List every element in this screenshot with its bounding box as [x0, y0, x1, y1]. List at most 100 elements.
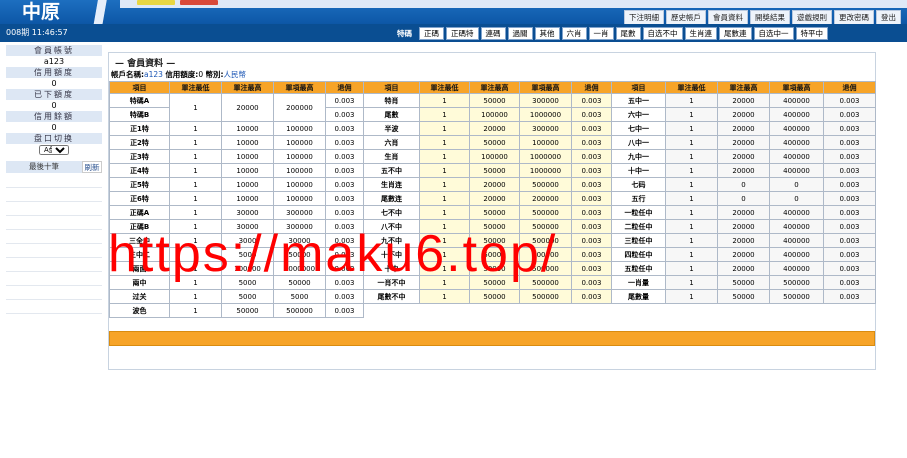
column-header: 單注最低 — [169, 81, 222, 94]
tab-8[interactable]: 尾數 — [615, 27, 641, 40]
cell: 20000 — [717, 233, 770, 248]
cell: 0.003 — [823, 205, 876, 220]
tab-9[interactable]: 自选不中 — [642, 27, 683, 40]
empty-cell — [364, 304, 876, 318]
cell: 400000 — [769, 163, 824, 178]
item-name: 六肖 — [363, 135, 420, 150]
tab-11[interactable]: 尾數連 — [719, 27, 752, 40]
cell: 1 — [169, 247, 222, 262]
cell: 0.003 — [571, 163, 612, 178]
cell: 50000 — [717, 289, 770, 304]
cell: 500000 — [519, 219, 572, 234]
item-name: 五粒任中 — [611, 261, 666, 276]
item-name: 二粒任中 — [611, 219, 666, 234]
item-name: 九中一 — [611, 149, 666, 164]
cell: 400000 — [769, 135, 824, 150]
top-links: 下注明細 歷史帳戶 會員資料 開獎結果 遊戲規則 更改密碼 登出 — [624, 10, 901, 25]
cell: 0.003 — [325, 303, 364, 318]
cell: 50000 — [273, 247, 326, 262]
cell: 1 — [419, 289, 470, 304]
plate-select[interactable]: A盘 — [39, 145, 69, 155]
credit-value: 0 — [6, 78, 102, 89]
info-currency-label: 幣別: — [205, 70, 224, 79]
cell: 1 — [169, 135, 222, 150]
top-link[interactable]: 更改密碼 — [834, 10, 874, 25]
cell: 10000 — [221, 135, 274, 150]
table-row: 正6特 1 10000 100000 0.003 尾數连 1 20000 200000 0.003… — [109, 191, 876, 206]
cell: 1 — [665, 93, 718, 108]
top-header: 中原 下注明細 歷史帳戶 會員資料 開獎結果 遊戲規則 更改密碼 登出 — [0, 0, 907, 25]
tab-0[interactable]: 特碼 — [392, 27, 417, 40]
cell: 0.003 — [571, 275, 612, 290]
item-name: 九不中 — [363, 233, 420, 248]
tab-6[interactable]: 六肖 — [561, 27, 587, 40]
cell: 400000 — [769, 149, 824, 164]
top-link[interactable]: 遊戲規則 — [792, 10, 832, 25]
cell: 400000 — [769, 121, 824, 136]
limits-table: 項目 單注最低 單注最高 單項最高 退佣 項目 單注最低 單注最高 單項最高 退佣 項目 單注最低 單注… — [109, 81, 876, 318]
cell: 10000 — [221, 177, 274, 192]
cell: 20000 — [469, 121, 520, 136]
item-name: 半波 — [363, 121, 420, 136]
column-header: 項目 — [363, 81, 420, 94]
cell: 500000 — [519, 289, 572, 304]
top-link[interactable]: 歷史帳戶 — [666, 10, 706, 25]
bet-label: 已下額度 — [6, 89, 102, 100]
refresh-button[interactable]: 刷新 — [82, 161, 102, 173]
cell: 0.003 — [325, 177, 364, 192]
table-row: 特碼A 1 20000 200000 0.003 特肖 1 50000 300000 0.003 五… — [109, 93, 876, 122]
cell: 1 — [665, 261, 718, 276]
cell: 200000 — [519, 191, 572, 206]
cell: 20000 — [717, 163, 770, 178]
tab-12[interactable]: 自选中一 — [753, 27, 794, 40]
column-header: 單注最高 — [717, 81, 770, 94]
cell: 1 — [169, 303, 222, 318]
column-header: 單項最高 — [769, 81, 824, 94]
cell: 1 — [419, 191, 470, 206]
cell: 1 — [419, 107, 470, 122]
item-name: 特肖 — [363, 93, 420, 108]
cell: 1 — [665, 205, 718, 220]
item-name: 三粒任中 — [611, 233, 666, 248]
tab-7[interactable]: 一肖 — [588, 27, 614, 40]
top-link[interactable]: 開獎結果 — [750, 10, 790, 25]
top-link[interactable]: 下注明細 — [624, 10, 664, 25]
cell: 1 — [169, 121, 222, 136]
cell: 400000 — [769, 233, 824, 248]
item-name: 生肖 — [363, 149, 420, 164]
cell: 0.003 — [325, 149, 364, 164]
tab-13[interactable]: 特平中 — [795, 27, 828, 40]
cell: 100000 — [469, 107, 520, 122]
cell: 30000 — [221, 205, 274, 220]
tab-4[interactable]: 過關 — [507, 27, 533, 40]
sub-header: 008期 11:46:57 特碼 正碼 正碼特 連碼 過關 其他 六肖 一肖 尾數 自选不中 生肖連… — [0, 24, 907, 42]
cell: 20000 — [221, 93, 274, 122]
panel-title: — 會員資料 — — [115, 59, 176, 69]
cell: 1000000 — [519, 107, 572, 122]
tab-3[interactable]: 連碼 — [480, 27, 506, 40]
cell: 0.003 — [571, 261, 612, 276]
cell: 100000 — [273, 149, 326, 164]
cell: 200000 — [273, 93, 326, 122]
cell: 50000 — [469, 275, 520, 290]
top-link[interactable]: 會員資料 — [708, 10, 748, 25]
cell: 0.003 — [823, 219, 876, 234]
cell: 50000 — [469, 135, 520, 150]
cell: 0.003 — [325, 233, 364, 248]
logo: 中原 — [22, 1, 61, 23]
top-link[interactable]: 登出 — [876, 10, 901, 25]
cell: 0.003 — [325, 191, 364, 206]
cell: 0.003 — [325, 261, 364, 276]
tab-5[interactable]: 其他 — [534, 27, 560, 40]
cell: 1 — [419, 121, 470, 136]
info-credit-value: 0 — [198, 70, 204, 79]
tab-1[interactable]: 正碼 — [419, 27, 444, 40]
table-row: 正5特 1 10000 100000 0.003 生肖连 1 20000 500000 0.003… — [109, 177, 876, 192]
cell: 0.003 — [571, 289, 612, 304]
item-name: 尾數 — [363, 107, 420, 122]
item-name: 正1特 — [109, 121, 170, 136]
cell: 1 — [665, 247, 718, 262]
cell: 1000000 — [519, 163, 572, 178]
tab-10[interactable]: 生肖連 — [684, 27, 717, 40]
tab-2[interactable]: 正碼特 — [446, 27, 479, 40]
